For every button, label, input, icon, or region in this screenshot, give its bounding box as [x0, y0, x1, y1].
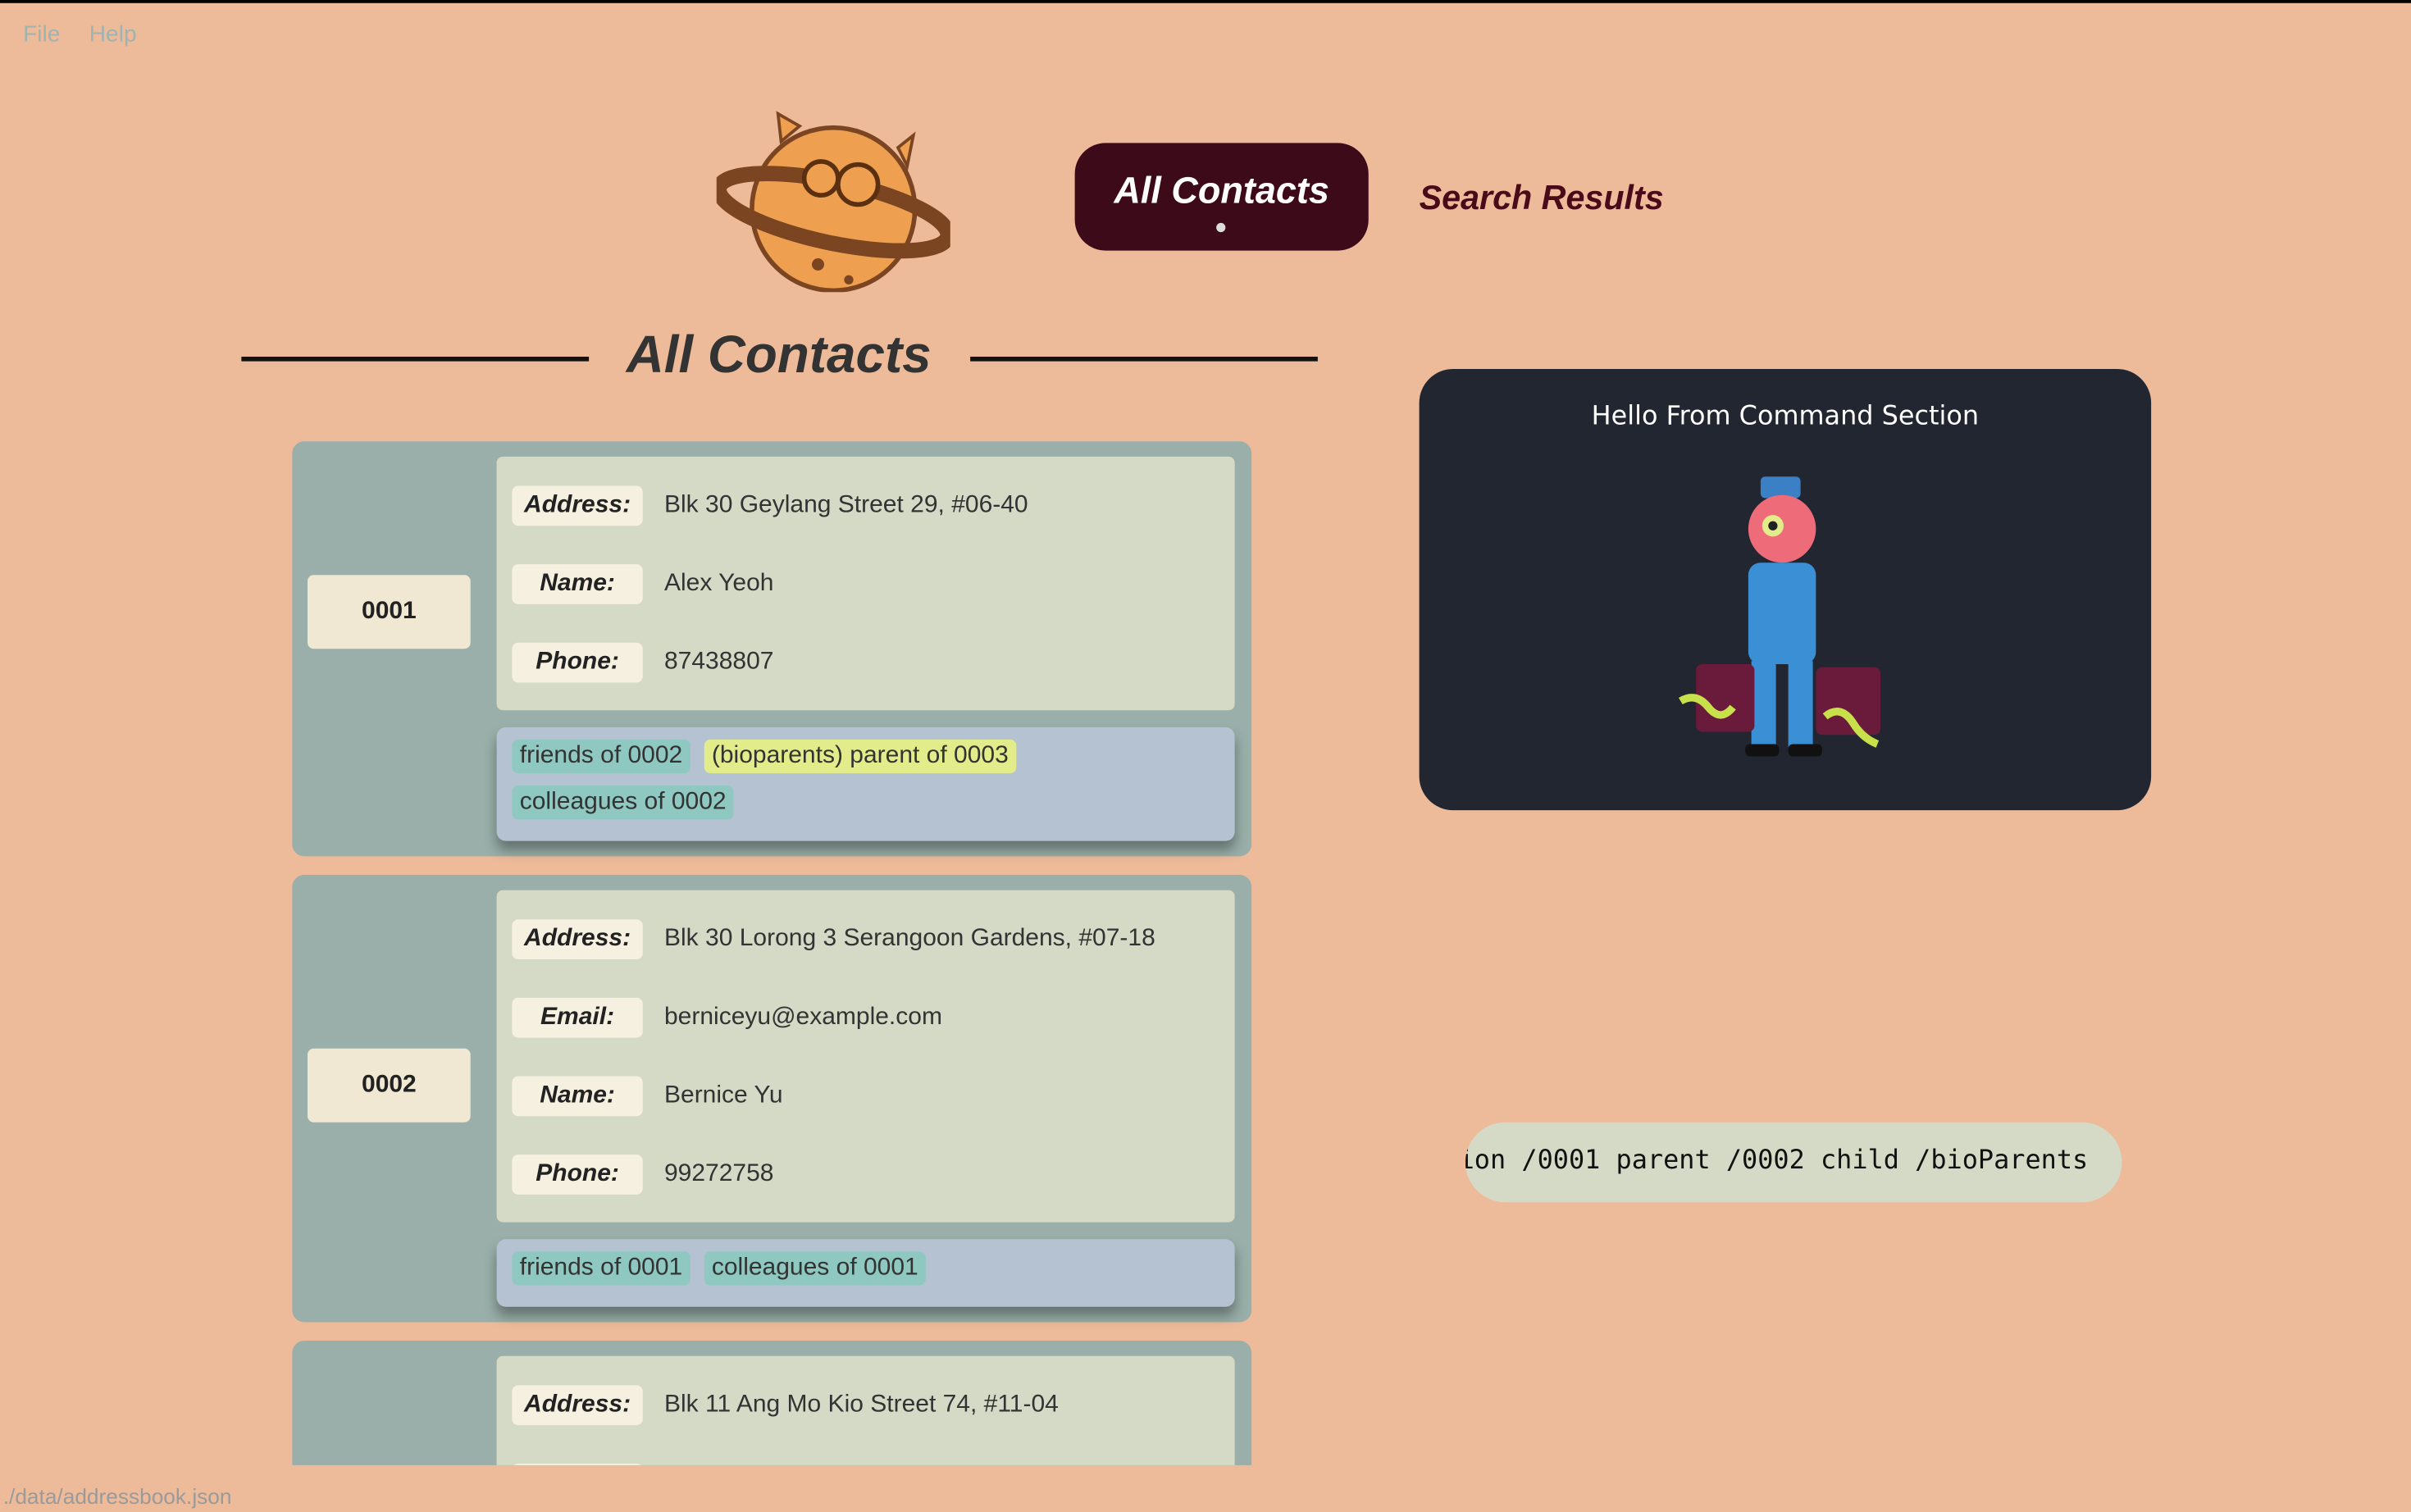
- field-label: Phone:: [512, 1154, 643, 1194]
- field-row: Address: Blk 30 Lorong 3 Serangoon Garden…: [512, 899, 1219, 978]
- bellhop-mascot-icon: [1678, 476, 1881, 757]
- field-label: Address:: [512, 918, 643, 959]
- command-input[interactable]: ation /0001 parent /0002 child /bioParen…: [1465, 1122, 2122, 1203]
- contact-fields: Address: Blk 11 Ang Mo Kio Street 74, #11…: [496, 1355, 1235, 1465]
- command-greeting: Hello From Command Section: [1591, 401, 1980, 432]
- app-window: File Help All Contacts Search Results Al…: [0, 0, 2411, 1512]
- field-row: Name: Alex Yeoh: [512, 544, 1219, 623]
- field-label: Name:: [512, 563, 643, 603]
- field-row: Email:charlotte@example.com: [512, 1444, 1219, 1465]
- relationship-tag: friends of 0001: [512, 1251, 690, 1286]
- field-value: Blk 30 Geylang Street 29, #06-40: [664, 491, 1028, 517]
- field-row: Phone: 99272758: [512, 1135, 1219, 1214]
- contact-id: 0002: [308, 1047, 471, 1122]
- menu-file[interactable]: File: [23, 21, 60, 48]
- field-label: Email:: [512, 996, 643, 1037]
- contact-fields: Address: Blk 30 Lorong 3 Serangoon Garden…: [496, 890, 1235, 1223]
- page-title: All Contacts: [626, 326, 932, 385]
- contact-card[interactable]: 0001 Address: Blk 30 Geylang Street 29, #0…: [292, 441, 1252, 857]
- divider-left: [241, 357, 590, 362]
- relationship-tags: friends of 0002 (bioparents) parent of 00…: [496, 726, 1235, 841]
- contact-card[interactable]: Address: Blk 11 Ang Mo Kio Street 74, #11…: [292, 1341, 1252, 1465]
- contact-card[interactable]: 0002 Address: Blk 30 Lorong 3 Serangoon Ga…: [292, 874, 1252, 1323]
- relationship-tag: colleagues of 0002: [512, 786, 734, 820]
- field-row: Phone: 87438807: [512, 622, 1219, 701]
- relationship-tags: friends of 0001 colleagues of 0001: [496, 1239, 1235, 1307]
- command-panel: Hello From Command Section: [1419, 369, 2152, 811]
- field-value: Alex Yeoh: [664, 569, 774, 596]
- field-label: Name:: [512, 1075, 643, 1116]
- field-value: 99272758: [664, 1159, 774, 1186]
- menu-help[interactable]: Help: [89, 21, 137, 48]
- command-input-value: ation /0001 parent /0002 child /bioParen…: [1465, 1145, 2089, 1177]
- divider-right: [970, 357, 1318, 362]
- field-value: Blk 30 Lorong 3 Serangoon Gardens, #07-1…: [664, 924, 1155, 951]
- tab-all-contacts[interactable]: All Contacts: [1074, 143, 1369, 251]
- contact-id: 0001: [308, 575, 471, 649]
- field-label: Address:: [512, 485, 643, 526]
- field-row: Address: Blk 30 Geylang Street 29, #06-40: [512, 466, 1219, 544]
- field-row: Email: berniceyu@example.com: [512, 978, 1219, 1057]
- field-value: berniceyu@example.com: [664, 1003, 942, 1030]
- active-indicator: [1216, 222, 1226, 233]
- tab-all-contacts-label: All Contacts: [1114, 171, 1329, 212]
- field-row: Name: Bernice Yu: [512, 1056, 1219, 1135]
- field-label: Address:: [512, 1384, 643, 1425]
- field-row: Address: Blk 11 Ang Mo Kio Street 74, #11…: [512, 1365, 1219, 1444]
- relationship-tag: (bioparents) parent of 0003: [704, 739, 1017, 774]
- logo-icon: [716, 111, 950, 293]
- contact-fields: Address: Blk 30 Geylang Street 29, #06-40…: [496, 456, 1235, 711]
- relationship-tag: friends of 0002: [512, 739, 690, 774]
- field-value: Blk 11 Ang Mo Kio Street 74, #11-04: [664, 1390, 1059, 1417]
- status-bar-filepath: ./data/addressbook.json: [2, 1483, 232, 1509]
- contact-list[interactable]: 0001 Address: Blk 30 Geylang Street 29, #0…: [292, 441, 1252, 1465]
- field-value: Bernice Yu: [664, 1082, 783, 1108]
- relationship-tag: colleagues of 0001: [704, 1251, 927, 1286]
- field-label: Phone:: [512, 641, 643, 682]
- tab-search-results[interactable]: Search Results: [1420, 179, 1664, 219]
- field-value: 87438807: [664, 648, 774, 675]
- field-label: Email:: [512, 1463, 643, 1465]
